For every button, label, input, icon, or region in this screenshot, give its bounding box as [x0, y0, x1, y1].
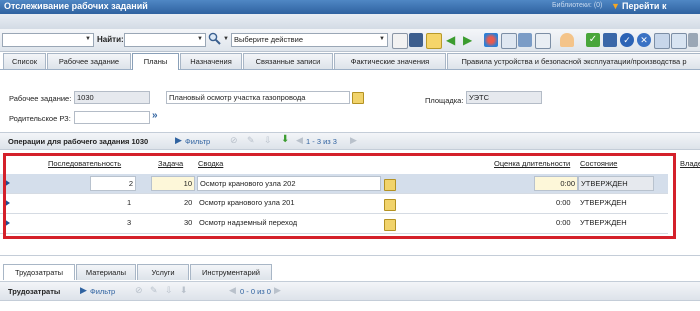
action-select[interactable]: Выберите действие ▼: [231, 33, 388, 47]
site-label: Площадка:: [425, 96, 464, 105]
chevron-down-icon: ▼: [197, 36, 203, 42]
download-icon: ⇩: [165, 285, 173, 295]
workflow-icon[interactable]: [484, 33, 498, 47]
goto-arrow-icon: ▼: [611, 1, 620, 11]
action-select-value: Выберите действие: [234, 35, 304, 44]
arrow-down-icon[interactable]: ⬇: [281, 134, 289, 145]
cancel-icon[interactable]: ✕: [637, 33, 651, 47]
tab-services[interactable]: Услуги: [137, 264, 189, 280]
operations-title: Операции для рабочего задания 1030: [8, 137, 149, 146]
status-icon[interactable]: ✓: [620, 33, 634, 47]
col-owner[interactable]: Владе: [680, 159, 700, 168]
title-subband: [0, 14, 700, 29]
tab-materials[interactable]: Материалы: [76, 264, 136, 280]
parent-wo-label: Родительское РЗ:: [9, 114, 71, 123]
search-icon[interactable]: [208, 32, 221, 45]
new-record-icon[interactable]: [392, 33, 408, 49]
edit-icon: ✎: [150, 285, 158, 295]
filter-link[interactable]: Фильтр: [185, 137, 210, 146]
labor-toolbar: Трудозатраты ▶ Фильтр ⊘ ✎ ⇩ ⬇ ◀ 0 - 0 из…: [0, 281, 700, 301]
record-select[interactable]: ▼: [2, 33, 94, 47]
tab-actuals[interactable]: Фактические значения: [334, 53, 446, 69]
detail-menu-chevrons-icon[interactable]: »: [152, 110, 158, 121]
meter-icon[interactable]: [560, 33, 574, 47]
report-icon[interactable]: [535, 33, 551, 49]
app-title: Отслеживание рабочих заданий: [4, 1, 148, 11]
goto-menu[interactable]: Перейти к: [622, 1, 666, 11]
clear-filter-icon: ⊘: [135, 285, 143, 295]
bulletin-icon[interactable]: [426, 33, 442, 49]
prev-page-icon: ◀: [296, 135, 303, 145]
site-field: УЭТС: [466, 91, 542, 104]
tab-labor[interactable]: Трудозатраты: [3, 264, 75, 280]
save-icon[interactable]: [409, 33, 423, 47]
download-icon: ⇩: [264, 135, 272, 145]
grid-icon[interactable]: [603, 33, 617, 47]
tab-tools[interactable]: Инструментарий: [190, 264, 272, 280]
highlight-frame: [3, 153, 676, 239]
chevron-down-icon: ▼: [85, 36, 91, 42]
pager-text: 1 - 3 из 3: [306, 137, 337, 146]
previous-arrow-icon[interactable]: ◀: [446, 34, 455, 46]
long-description-icon[interactable]: [352, 92, 364, 104]
prev-page-icon: ◀: [229, 285, 236, 295]
section-divider: [0, 255, 700, 256]
route-icon[interactable]: [501, 33, 517, 49]
clear-filter-icon: ⊘: [230, 135, 238, 145]
tab-work-order[interactable]: Рабочее задание: [47, 53, 131, 69]
next-page-icon: ▶: [350, 135, 357, 145]
labor-title: Трудозатраты: [8, 287, 61, 296]
next-page-icon: ▶: [274, 285, 281, 295]
filter-icon[interactable]: ▶: [175, 135, 182, 146]
tab-list[interactable]: Список: [3, 53, 46, 69]
pager-text: 0 - 0 из 0: [240, 287, 271, 296]
more-icon[interactable]: [688, 33, 698, 47]
main-toolbar: ▼ Найти: ▼ ▼ Выберите действие ▼ ◀ ▶ ✓ ✓…: [0, 29, 700, 52]
work-order-description-field[interactable]: Плановый осмотр участка газопровода: [166, 91, 350, 104]
tab-safety-rules[interactable]: Правила устройства и безопасной эксплуат…: [447, 53, 700, 69]
duplicate-icon[interactable]: [654, 33, 670, 49]
check-icon[interactable]: ✓: [586, 33, 600, 47]
print-icon[interactable]: [671, 33, 687, 49]
arrow-down-icon: ⬇: [180, 285, 188, 295]
work-order-field[interactable]: 1030: [74, 91, 150, 104]
filter-icon[interactable]: ▶: [80, 285, 87, 296]
find-input[interactable]: ▼: [124, 33, 206, 47]
next-arrow-icon[interactable]: ▶: [463, 34, 472, 46]
filter-link[interactable]: Фильтр: [90, 287, 115, 296]
operations-toolbar: Операции для рабочего задания 1030 ▶ Фил…: [0, 132, 700, 150]
tab-related-records[interactable]: Связанные записи: [243, 53, 333, 69]
title-bar: Отслеживание рабочих заданий Библиотеки:…: [0, 0, 700, 14]
people-icon[interactable]: [518, 33, 532, 47]
search-options-chevron-icon[interactable]: ▼: [223, 36, 229, 42]
edit-icon: ✎: [247, 135, 255, 145]
parent-wo-field[interactable]: [74, 111, 150, 124]
bookmarks-link[interactable]: Библиотеки: (0): [552, 2, 602, 9]
work-order-label: Рабочее задание:: [9, 94, 72, 103]
tab-plans[interactable]: Планы: [132, 53, 179, 70]
find-label: Найти:: [97, 35, 124, 44]
tab-bar: Список Рабочее задание Планы Назначения …: [0, 52, 700, 70]
chevron-down-icon: ▼: [379, 36, 385, 42]
tab-assignments[interactable]: Назначения: [180, 53, 242, 69]
